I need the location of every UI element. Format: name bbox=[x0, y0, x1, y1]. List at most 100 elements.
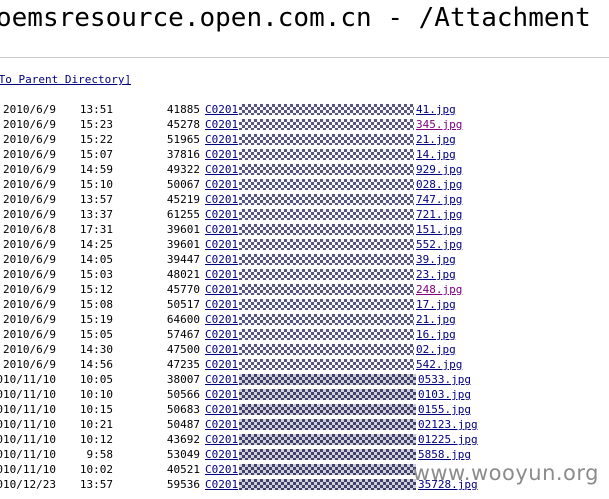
file-size: 50517 bbox=[166, 298, 200, 311]
file-link-prefix[interactable]: C0201 bbox=[205, 342, 238, 357]
listing-row: 2010/11/10 10:15 50683 C0201 0155.jpg bbox=[0, 402, 609, 417]
redacted-filename bbox=[239, 104, 414, 115]
file-time: 10:21 bbox=[79, 418, 113, 431]
file-size: 43692 bbox=[166, 433, 200, 446]
file-link-suffix[interactable]: 5858.jpg bbox=[418, 447, 471, 462]
file-link-suffix[interactable]: 345.jpg bbox=[416, 117, 462, 132]
redacted-filename bbox=[239, 284, 414, 295]
file-link-suffix[interactable]: 01225.jpg bbox=[418, 432, 478, 447]
file-link-prefix[interactable]: C0201 bbox=[205, 207, 238, 222]
file-link-suffix[interactable]: 552.jpg bbox=[416, 237, 462, 252]
listing-row: 2010/6/9 13:51 41885 C0201 41.jpg bbox=[0, 102, 609, 117]
redacted-filename bbox=[239, 389, 416, 400]
file-link-prefix[interactable]: C0201 bbox=[205, 372, 238, 387]
file-link-prefix[interactable]: C0201 bbox=[205, 312, 238, 327]
listing-row: 2010/6/9 15:19 64600 C0201 21.jpg bbox=[0, 312, 609, 327]
file-link-suffix[interactable]: 14.jpg bbox=[416, 147, 456, 162]
file-time: 14:30 bbox=[79, 343, 113, 356]
file-link-suffix[interactable]: 0155.jpg bbox=[418, 402, 471, 417]
file-link-suffix[interactable]: 747.jpg bbox=[416, 192, 462, 207]
file-link-prefix[interactable]: C0201 bbox=[205, 267, 238, 282]
listing-row: 2010/6/9 15:23 45278 C0201 345.jpg bbox=[0, 117, 609, 132]
file-link-prefix[interactable]: C0201 bbox=[205, 297, 238, 312]
file-date: 2010/6/9 bbox=[3, 343, 56, 356]
file-link-suffix[interactable]: 21.jpg bbox=[416, 132, 456, 147]
redacted-filename bbox=[239, 359, 414, 370]
file-link-suffix[interactable]: 929.jpg bbox=[416, 162, 462, 177]
file-link-suffix[interactable]: 02123.jpg bbox=[418, 417, 478, 432]
parent-directory-link[interactable]: [To Parent Directory] bbox=[0, 73, 131, 87]
redacted-filename bbox=[239, 449, 416, 460]
file-size: 50683 bbox=[166, 403, 200, 416]
title-divider bbox=[0, 57, 609, 58]
file-link-suffix[interactable]: 02.jpg bbox=[416, 342, 456, 357]
file-link-prefix[interactable]: C0201 bbox=[205, 132, 238, 147]
file-link-prefix[interactable]: C0201 bbox=[205, 252, 238, 267]
file-link-suffix[interactable]: 542.jpg bbox=[416, 357, 462, 372]
file-time: 15:23 bbox=[79, 118, 113, 131]
page-title: oemsresource.open.com.cn - /Attachment bbox=[0, 3, 591, 33]
file-link-prefix[interactable]: C0201 bbox=[205, 222, 238, 237]
file-date: 2010/6/9 bbox=[3, 358, 56, 371]
listing-row: 2010/11/10 10:10 50566 C0201 0103.jpg bbox=[0, 387, 609, 402]
file-link-prefix[interactable]: C0201 bbox=[205, 417, 238, 432]
watermark: www.wooyun.org bbox=[412, 461, 599, 485]
file-time: 15:22 bbox=[79, 133, 113, 146]
file-time: 10:15 bbox=[79, 403, 113, 416]
file-time: 14:56 bbox=[79, 358, 113, 371]
file-time: 15:19 bbox=[79, 313, 113, 326]
file-date: 2010/6/9 bbox=[3, 148, 56, 161]
listing-row: 2010/6/9 14:30 47500 C0201 02.jpg bbox=[0, 342, 609, 357]
file-size: 38007 bbox=[166, 373, 200, 386]
file-link-prefix[interactable]: C0201 bbox=[205, 237, 238, 252]
file-link-prefix[interactable]: C0201 bbox=[205, 102, 238, 117]
file-link-prefix[interactable]: C0201 bbox=[205, 192, 238, 207]
file-link-prefix[interactable]: C0201 bbox=[205, 462, 238, 477]
file-time: 9:58 bbox=[86, 448, 114, 461]
file-link-suffix[interactable]: 248.jpg bbox=[416, 282, 462, 297]
directory-listing: 2010/6/9 13:51 41885 C0201 41.jpg 2010/6/9 15:… bbox=[0, 102, 609, 492]
listing-row: 2010/11/10 10:21 50487 C0201 02123.jpg bbox=[0, 417, 609, 432]
file-time: 14:59 bbox=[79, 163, 113, 176]
file-link-suffix[interactable]: 21.jpg bbox=[416, 312, 456, 327]
file-size: 64600 bbox=[166, 313, 200, 326]
file-link-suffix[interactable]: 0103.jpg bbox=[418, 387, 471, 402]
file-link-suffix[interactable]: 41.jpg bbox=[416, 102, 456, 117]
file-link-prefix[interactable]: C0201 bbox=[205, 282, 238, 297]
redacted-filename bbox=[239, 329, 414, 340]
file-link-suffix[interactable]: 0533.jpg bbox=[418, 372, 471, 387]
file-link-suffix[interactable]: 23.jpg bbox=[416, 267, 456, 282]
file-date: 2010/6/9 bbox=[3, 283, 56, 296]
file-time: 13:37 bbox=[79, 208, 113, 221]
file-link-prefix[interactable]: C0201 bbox=[205, 447, 238, 462]
listing-row: 2010/6/9 15:12 45770 C0201 248.jpg bbox=[0, 282, 609, 297]
file-date: 2010/6/9 bbox=[3, 133, 56, 146]
file-link-suffix[interactable]: 39.jpg bbox=[416, 252, 456, 267]
file-link-prefix[interactable]: C0201 bbox=[205, 117, 238, 132]
file-link-prefix[interactable]: C0201 bbox=[205, 162, 238, 177]
file-time: 15:07 bbox=[79, 148, 113, 161]
redacted-filename bbox=[239, 254, 414, 265]
file-time: 10:02 bbox=[79, 463, 113, 476]
file-link-suffix[interactable]: 028.jpg bbox=[416, 177, 462, 192]
file-link-prefix[interactable]: C0201 bbox=[205, 177, 238, 192]
file-link-prefix[interactable]: C0201 bbox=[205, 357, 238, 372]
file-date: 2010/6/9 bbox=[3, 298, 56, 311]
file-link-prefix[interactable]: C0201 bbox=[205, 327, 238, 342]
listing-row: 2010/6/9 15:10 50067 C0201 028.jpg bbox=[0, 177, 609, 192]
file-link-suffix[interactable]: 16.jpg bbox=[416, 327, 456, 342]
file-time: 15:08 bbox=[79, 298, 113, 311]
file-link-prefix[interactable]: C0201 bbox=[205, 477, 238, 492]
file-size: 39601 bbox=[166, 223, 200, 236]
file-size: 45770 bbox=[166, 283, 200, 296]
file-link-suffix[interactable]: 721.jpg bbox=[416, 207, 462, 222]
file-link-prefix[interactable]: C0201 bbox=[205, 387, 238, 402]
file-size: 49322 bbox=[166, 163, 200, 176]
file-size: 37816 bbox=[166, 148, 200, 161]
file-size: 53049 bbox=[166, 448, 200, 461]
file-link-prefix[interactable]: C0201 bbox=[205, 147, 238, 162]
file-link-prefix[interactable]: C0201 bbox=[205, 402, 238, 417]
file-link-suffix[interactable]: 17.jpg bbox=[416, 297, 456, 312]
file-link-prefix[interactable]: C0201 bbox=[205, 432, 238, 447]
file-link-suffix[interactable]: 151.jpg bbox=[416, 222, 462, 237]
